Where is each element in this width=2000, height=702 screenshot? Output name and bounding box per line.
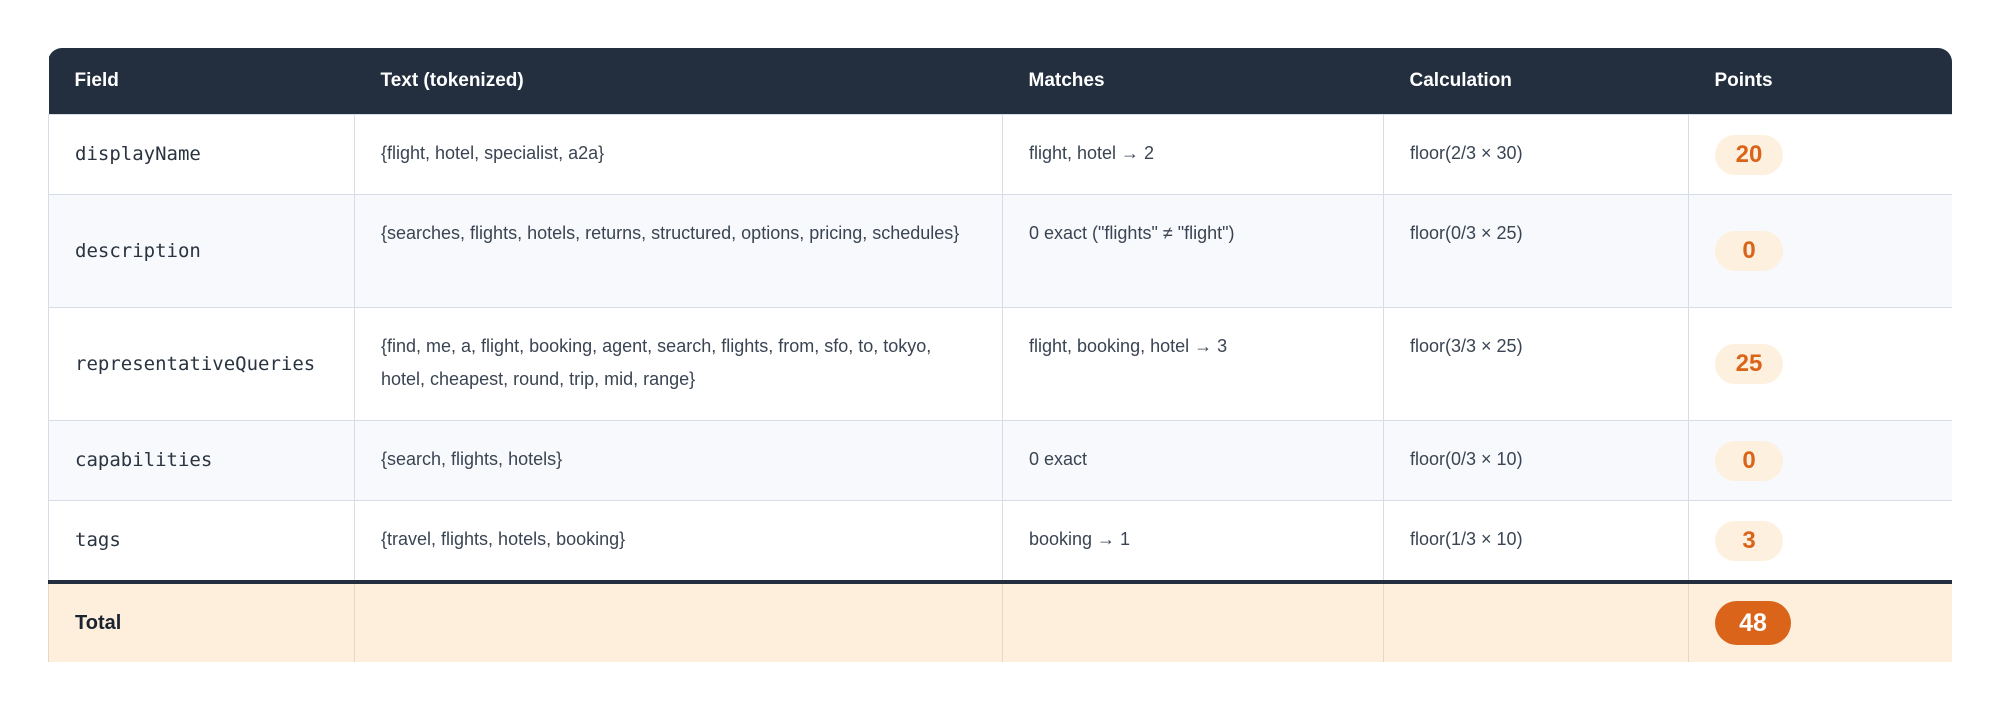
header-field: Field (48, 48, 355, 115)
calculation-cell: floor(2/3 × 30) (1383, 114, 1689, 195)
table-row: capabilities {search, flights, hotels} 0… (48, 420, 1952, 501)
points-badge: 0 (1715, 231, 1783, 271)
table-body: displayName {flight, hotel, specialist, … (48, 114, 1952, 662)
total-empty-cell (1383, 580, 1689, 662)
matches-cell: 0 exact ("flights" ≠ "flight") (1002, 194, 1384, 308)
header-matches: Matches (1002, 48, 1384, 115)
calculation-cell: floor(3/3 × 25) (1383, 307, 1689, 421)
table-header: Field Text (tokenized) Matches Calculati… (48, 48, 1952, 115)
text-cell: {travel, flights, hotels, booking} (354, 500, 1003, 583)
scoring-table-container: Field Text (tokenized) Matches Calculati… (48, 48, 1952, 662)
text-cell: {flight, hotel, specialist, a2a} (354, 114, 1003, 195)
matches-cell: flight, booking, hotel → 3 (1002, 307, 1384, 421)
calculation-cell: floor(0/3 × 25) (1383, 194, 1689, 308)
header-calculation: Calculation (1383, 48, 1689, 115)
text-cell: {searches, flights, hotels, returns, str… (354, 194, 1003, 308)
matches-cell: flight, hotel → 2 (1002, 114, 1384, 195)
total-empty-cell (1002, 580, 1384, 662)
total-label-cell: Total (48, 580, 355, 662)
field-cell: tags (48, 500, 355, 583)
matches-cell: 0 exact (1002, 420, 1384, 501)
total-row: Total 48 (48, 580, 1952, 662)
table-row: description {searches, flights, hotels, … (48, 194, 1952, 308)
total-points-badge: 48 (1715, 601, 1791, 645)
points-cell: 3 (1688, 500, 1952, 583)
field-cell: representativeQueries (48, 307, 355, 421)
points-badge: 0 (1715, 440, 1783, 481)
points-badge: 3 (1715, 520, 1783, 561)
field-cell: capabilities (48, 420, 355, 501)
points-cell: 0 (1688, 194, 1952, 308)
field-cell: description (48, 194, 355, 308)
total-empty-cell (354, 580, 1003, 662)
header-row: Field Text (tokenized) Matches Calculati… (48, 48, 1952, 115)
calculation-cell: floor(1/3 × 10) (1383, 500, 1689, 583)
scoring-table: Field Text (tokenized) Matches Calculati… (48, 48, 1952, 662)
table-row: displayName {flight, hotel, specialist, … (48, 114, 1952, 195)
points-badge: 25 (1715, 344, 1783, 384)
points-badge: 20 (1715, 134, 1783, 175)
table-row: tags {travel, flights, hotels, booking} … (48, 500, 1952, 583)
header-text: Text (tokenized) (354, 48, 1003, 115)
total-label: Total (75, 611, 122, 634)
header-points: Points (1688, 48, 1952, 115)
table-row: representativeQueries {find, me, a, flig… (48, 307, 1952, 421)
text-cell: {search, flights, hotels} (354, 420, 1003, 501)
points-cell: 20 (1688, 114, 1952, 195)
calculation-cell: floor(0/3 × 10) (1383, 420, 1689, 501)
text-cell: {find, me, a, flight, booking, agent, se… (354, 307, 1003, 421)
points-cell: 0 (1688, 420, 1952, 501)
field-cell: displayName (48, 114, 355, 195)
total-points-cell: 48 (1688, 580, 1952, 662)
points-cell: 25 (1688, 307, 1952, 421)
matches-cell: booking → 1 (1002, 500, 1384, 583)
